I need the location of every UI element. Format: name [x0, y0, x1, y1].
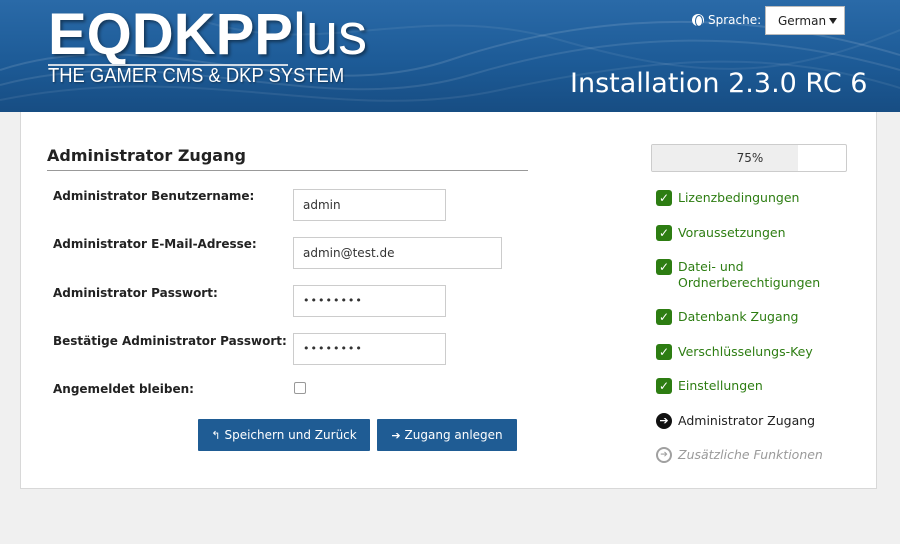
step-label: Datenbank Zugang: [678, 309, 799, 324]
check-icon: ✓: [656, 259, 672, 275]
logo-thin-text: lus: [292, 2, 368, 67]
step-label: Datei- und Ordnerberechtigungen: [678, 259, 821, 290]
language-label-group: Sprache:: [692, 12, 761, 28]
language-select-value: German: [778, 14, 827, 28]
create-account-label: Zugang anlegen: [404, 428, 503, 442]
username-label: Administrator Benutzername:: [53, 189, 255, 203]
create-account-button[interactable]: ➔ Zugang anlegen: [377, 419, 517, 451]
step-label: Voraussetzungen: [678, 225, 786, 240]
remember-checkbox[interactable]: [294, 382, 306, 394]
section-divider: [47, 170, 528, 171]
username-input[interactable]: admin: [293, 189, 446, 221]
save-and-back-button[interactable]: ↰ Speichern und Zurück: [198, 419, 370, 451]
step-zusaetzliche-funktionen: ➔ Zusätzliche Funktionen: [656, 447, 828, 463]
confirm-password-input[interactable]: ••••••••: [293, 333, 446, 365]
progress-label: 75%: [736, 151, 764, 165]
language-label: Sprache:: [708, 13, 762, 27]
step-label: Einstellungen: [678, 378, 763, 393]
step-verschluesselung[interactable]: ✓ Verschlüsselungs-Key: [656, 344, 828, 360]
progress-bar: 75%: [651, 144, 847, 172]
globe-icon: [692, 14, 704, 27]
arrow-circle-right-icon: ➔: [656, 413, 672, 429]
check-icon: ✓: [656, 309, 672, 325]
step-dateiberechtigungen[interactable]: ✓ Datei- und Ordnerberechtigungen: [656, 259, 821, 291]
install-title: Installation 2.3.0 RC 6: [570, 68, 868, 99]
arrow-right-icon: ➔: [391, 428, 401, 442]
email-input[interactable]: admin@test.de: [293, 237, 502, 269]
logo: EQDKPPlus: [48, 2, 367, 68]
save-and-back-label: Speichern und Zurück: [224, 428, 357, 442]
step-label: Administrator Zugang: [678, 413, 816, 428]
step-voraussetzungen[interactable]: ✓ Voraussetzungen: [656, 225, 828, 241]
arrow-circle-right-icon: ➔: [656, 447, 672, 463]
reply-arrow-icon: ↰: [211, 428, 221, 442]
logo-tagline: THE GAMER CMS & DKP SYSTEM: [48, 65, 345, 87]
chevron-down-icon: [829, 18, 837, 24]
check-icon: ✓: [656, 225, 672, 241]
email-label: Administrator E-Mail-Adresse:: [53, 237, 257, 251]
step-label: Lizenzbedingungen: [678, 190, 800, 205]
check-icon: ✓: [656, 190, 672, 206]
language-select[interactable]: German: [765, 6, 845, 35]
password-input[interactable]: ••••••••: [293, 285, 446, 317]
confirm-password-label: Bestätige Administrator Passwort:: [53, 334, 287, 348]
section-title: Administrator Zugang: [47, 146, 246, 165]
step-administrator-zugang: ➔ Administrator Zugang: [656, 413, 828, 429]
logo-p-text: P: [254, 2, 293, 67]
logo-bold-text: EQDKP: [48, 2, 255, 67]
step-einstellungen[interactable]: ✓ Einstellungen: [656, 378, 828, 394]
password-label: Administrator Passwort:: [53, 286, 218, 300]
remember-label: Angemeldet bleiben:: [53, 382, 194, 396]
step-datenbank[interactable]: ✓ Datenbank Zugang: [656, 309, 828, 325]
step-label: Verschlüsselungs-Key: [678, 344, 813, 359]
step-lizenzbedingungen[interactable]: ✓ Lizenzbedingungen: [656, 190, 828, 206]
check-icon: ✓: [656, 378, 672, 394]
step-label: Zusätzliche Funktionen: [678, 447, 823, 462]
header-banner: EQDKPPlus THE GAMER CMS & DKP SYSTEM Spr…: [0, 0, 900, 112]
check-icon: ✓: [656, 344, 672, 360]
